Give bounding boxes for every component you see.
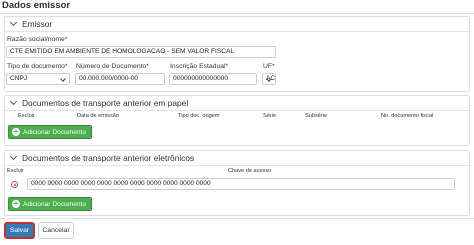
- eletronicos-panel-header[interactable]: Documentos de transporte anterior eletrô…: [5, 151, 469, 166]
- emissor-panel-header[interactable]: Emissor: [5, 17, 469, 32]
- eletronicos-section-title: Documentos de transporte anterior eletrô…: [22, 153, 195, 163]
- eletronicos-col-chave-acesso: Chave de acesso: [228, 168, 272, 174]
- razao-social-label: Razão social/nome*: [7, 36, 68, 43]
- papel-col-subserie: Subsérie: [305, 113, 328, 119]
- razao-social-input[interactable]: CTE EMITIDO EM AMBIENTE DE HOMOLOGACAO -…: [6, 46, 276, 58]
- window-title: Dados emissor: [0, 0, 474, 14]
- numero-documento-input[interactable]: 00.000.000/0000-00: [75, 73, 165, 85]
- chave-acesso-input[interactable]: 0000 0000 0000 0000 0000 0000 0000 0000 …: [27, 178, 455, 190]
- uf-label: UF*: [263, 63, 275, 70]
- papel-panel-header[interactable]: Documentos de transporte anterior em pap…: [5, 96, 469, 111]
- papel-add-document-button[interactable]: + Adicionar Documento: [8, 125, 93, 139]
- emissor-section-title: Emissor: [22, 19, 53, 29]
- papel-section-title: Documentos de transporte anterior em pap…: [22, 98, 189, 108]
- chevron-down-icon: [9, 20, 18, 29]
- chevron-down-icon: [9, 99, 18, 108]
- remove-circle-icon[interactable]: [11, 181, 18, 188]
- cancel-button[interactable]: Cancelar: [38, 222, 74, 239]
- chevron-down-icon: [9, 154, 18, 163]
- tipo-documento-select[interactable]: CNPJ: [6, 73, 70, 85]
- eletronicos-col-excluir: Excluir: [7, 168, 24, 174]
- eletronicos-add-document-label: Adicionar Documento: [23, 200, 87, 208]
- papel-col-serie: Série: [263, 113, 277, 119]
- papel-col-no-documento: No. documento fiscal: [381, 113, 434, 119]
- papel-add-document-label: Adicionar Documento: [23, 128, 87, 136]
- footer-divider: [0, 218, 474, 219]
- inscricao-estadual-label: Inscrição Estadual*: [170, 63, 229, 70]
- numero-documento-label: Número de Documento*: [76, 63, 149, 70]
- papel-col-tipo-doc: Tipo doc. origem: [178, 113, 220, 119]
- eletronicos-add-document-button[interactable]: + Adicionar Documento: [8, 197, 93, 211]
- papel-col-excluir: Excluir: [18, 113, 35, 119]
- plus-circle-icon: +: [12, 127, 20, 136]
- papel-col-data-emissao: Data de emissão: [77, 113, 119, 119]
- plus-circle-icon: +: [12, 199, 20, 208]
- inscricao-estadual-input[interactable]: 000000000000000: [169, 73, 257, 85]
- save-button[interactable]: Salvar: [4, 222, 35, 239]
- tipo-documento-label: Tipo de documento*: [7, 63, 68, 70]
- uf-select[interactable]: AC: [262, 73, 276, 85]
